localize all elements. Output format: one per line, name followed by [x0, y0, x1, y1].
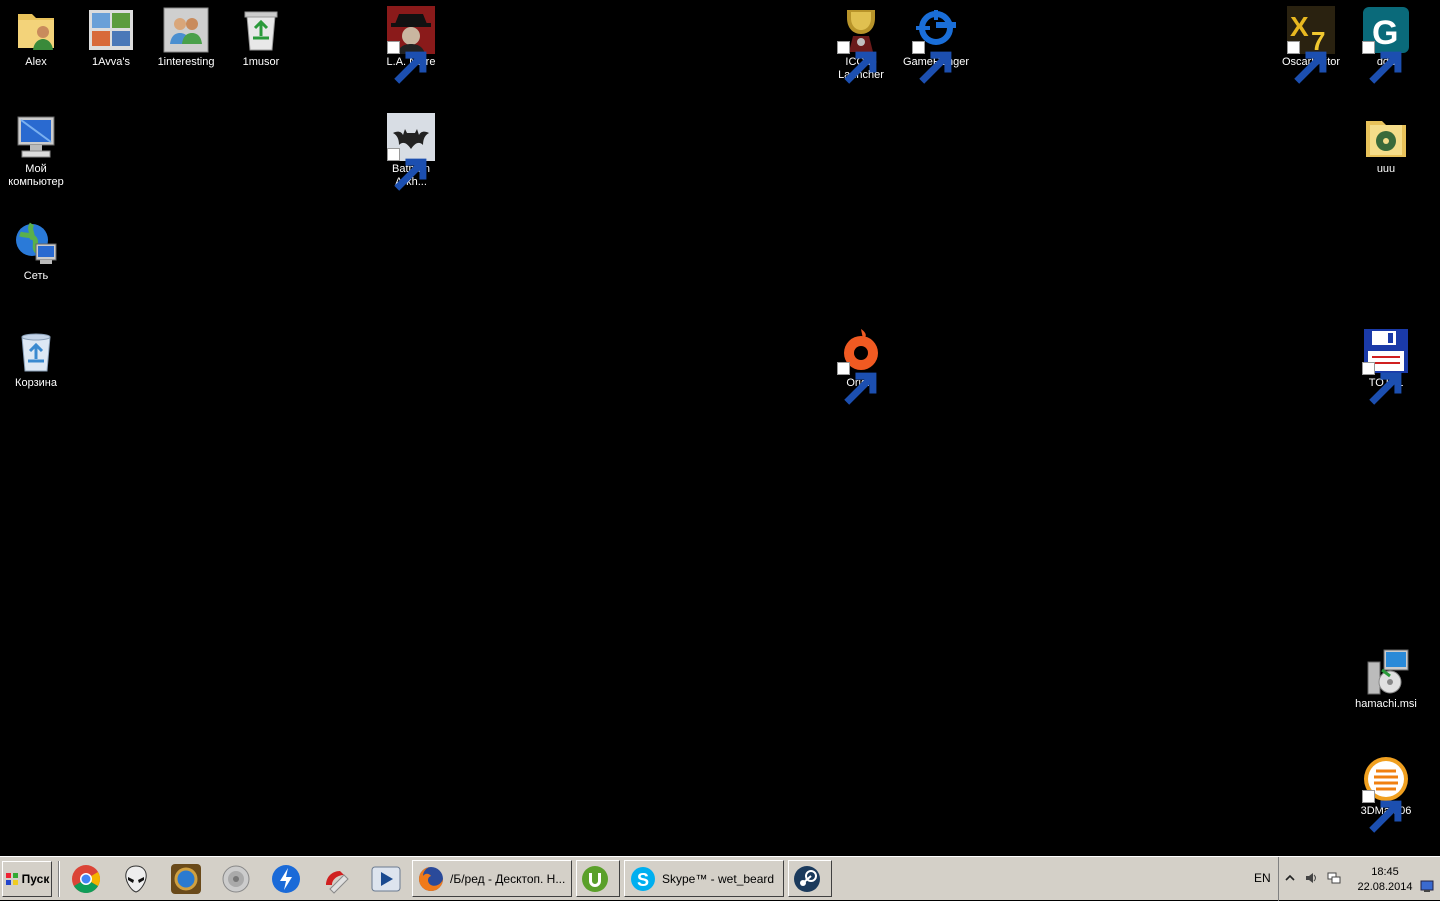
volume-icon[interactable]	[1304, 871, 1318, 885]
desktop-icon-1interesting[interactable]: 1interesting	[149, 0, 223, 69]
start-button-label: Пуск	[21, 872, 50, 886]
show-desktop-icon[interactable]	[1420, 879, 1434, 892]
shortcut-arrow-icon	[1287, 41, 1327, 84]
iccup-icon	[837, 6, 885, 84]
desktop-icon-alex[interactable]: Alex	[0, 0, 73, 69]
shortcut-arrow-icon	[1362, 41, 1402, 84]
task-skype[interactable]: S Skype™ - wet_beard	[624, 860, 784, 897]
svg-text:X: X	[1290, 11, 1309, 42]
task-utorrent[interactable]	[576, 860, 620, 897]
desktop-icon-hamachi-msi[interactable]: hamachi.msi	[1349, 642, 1423, 711]
msi-installer-icon	[1362, 648, 1410, 696]
recycle-folder-icon	[237, 6, 285, 54]
music-folder-icon	[1362, 113, 1410, 161]
taskbar-separator	[58, 861, 60, 897]
hearthstone-icon[interactable]	[170, 863, 202, 895]
desktop-icon-gameranger[interactable]: GameRanger	[899, 0, 973, 84]
firefox-icon	[417, 865, 445, 893]
desktop-icon-batman[interactable]: Batman Arkh...	[374, 107, 448, 191]
shortcut-arrow-icon	[837, 41, 877, 84]
network-icon	[12, 220, 60, 268]
desktop-icon-my-computer[interactable]: Мой компьютер	[0, 107, 73, 189]
language-indicator[interactable]: EN	[1254, 871, 1271, 885]
skype-icon: S	[629, 865, 657, 893]
windows-logo-icon	[5, 873, 18, 885]
shortcut-arrow-icon	[387, 41, 427, 84]
my-computer-icon	[12, 113, 60, 161]
media-player-icon[interactable]	[370, 863, 402, 895]
shortcut-arrow-icon	[1362, 362, 1402, 405]
task-skype-label: Skype™ - wet_beard	[662, 871, 775, 886]
desktop-icon-total[interactable]: TOTAL	[1349, 321, 1423, 405]
desktop-icon-la-noire[interactable]: L.A. Noire	[374, 0, 448, 84]
shortcut-arrow-icon	[837, 362, 877, 405]
alien-icon[interactable]	[120, 863, 152, 895]
start-button[interactable]: Пуск	[2, 861, 52, 897]
desktop-icon-origin[interactable]: Origin	[824, 321, 898, 405]
clock[interactable]: 18:45 22.08.2014	[1350, 865, 1420, 895]
users-folder-icon	[162, 6, 210, 54]
desktop-icon-uuu[interactable]: uuu	[1349, 107, 1423, 176]
thunder-icon[interactable]	[270, 863, 302, 895]
shortcut-arrow-icon	[387, 148, 427, 191]
desktop-icon-1avvas[interactable]: 1Avva's	[74, 0, 148, 69]
task-firefox[interactable]: /Б/ред - Десктоп. Н...	[412, 860, 572, 897]
oscar-editor-icon: X7	[1287, 6, 1335, 84]
steam-icon	[793, 865, 821, 893]
desktop-icon-network[interactable]: Сеть	[0, 214, 73, 283]
task-firefox-label: /Б/ред - Десктоп. Н...	[450, 871, 566, 886]
batman-icon	[387, 113, 435, 191]
task-steam[interactable]	[788, 860, 832, 897]
clock-time: 18:45	[1371, 866, 1399, 878]
la-noire-icon	[387, 6, 435, 84]
total-commander-icon	[1362, 327, 1410, 405]
gameranger-icon	[912, 6, 960, 84]
pictures-folder-icon	[87, 6, 135, 54]
desktop-icon-recycle-bin[interactable]: Корзина	[0, 321, 73, 390]
3dmark-icon	[1362, 755, 1410, 833]
desktop: Alex 1Avva's 1interesting 1musor L.A. No…	[0, 0, 1440, 856]
chrome-icon[interactable]	[70, 863, 102, 895]
svg-text:S: S	[637, 870, 649, 890]
g-app-icon: G	[1362, 6, 1410, 84]
desktop-icon-oscareditor[interactable]: X7 OscarEditor	[1274, 0, 1348, 84]
network-status-icon[interactable]	[1327, 871, 1341, 885]
chevron-up-icon[interactable]	[1283, 871, 1297, 885]
clock-date: 22.08.2014	[1357, 881, 1413, 893]
recycle-bin-icon	[12, 327, 60, 375]
speaker-icon[interactable]	[220, 863, 252, 895]
desktop-icon-iccup-launcher[interactable]: ICCup Launcher	[824, 0, 898, 84]
desktop-icon-ddd[interactable]: G ddd	[1349, 0, 1423, 84]
origin-icon	[837, 327, 885, 405]
shortcut-arrow-icon	[912, 41, 952, 84]
taskbar: Пуск /Б/ред - Десктоп. Н... S Skype™ - w…	[0, 856, 1440, 901]
desktop-icon-3dmark06[interactable]: 3DMark06	[1349, 749, 1423, 833]
desktop-icon-1musor[interactable]: 1musor	[224, 0, 298, 69]
shortcut-arrow-icon	[1362, 790, 1402, 833]
user-folder-icon	[12, 6, 60, 54]
utorrent-icon	[581, 865, 609, 893]
ccleaner-icon[interactable]	[320, 863, 352, 895]
